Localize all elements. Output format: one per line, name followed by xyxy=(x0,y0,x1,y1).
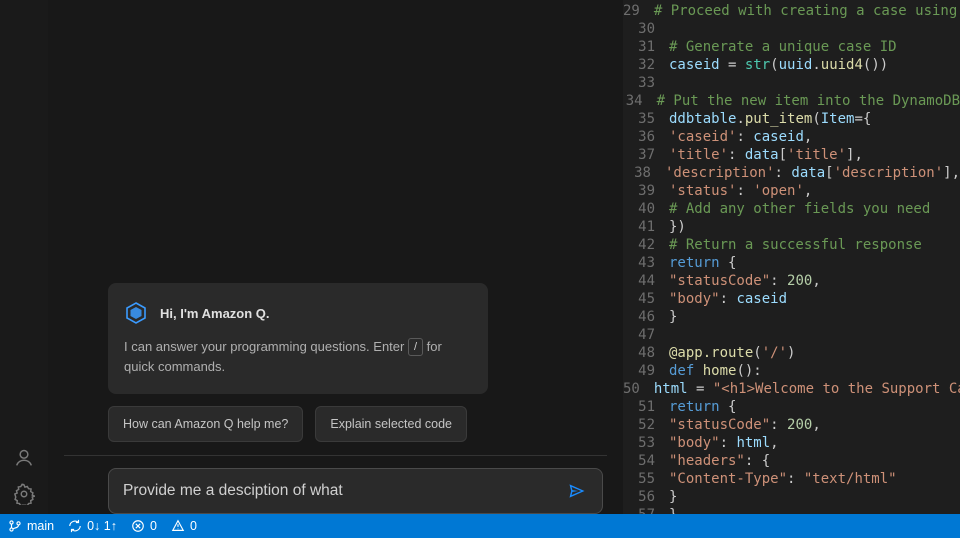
code-editor[interactable]: 29# Proceed with creating a case using 3… xyxy=(623,0,960,514)
line-number: 37 xyxy=(623,146,669,164)
chat-input[interactable]: Provide me a desciption of what xyxy=(108,468,603,514)
warnings-indicator[interactable]: 0 xyxy=(171,519,197,533)
line-number: 33 xyxy=(623,74,669,92)
code-line[interactable]: 37'title': data['title'], xyxy=(623,146,960,164)
line-number: 42 xyxy=(623,236,669,254)
code-line[interactable]: 29# Proceed with creating a case using xyxy=(623,2,960,20)
branch-indicator[interactable]: main xyxy=(8,519,54,533)
sync-indicator[interactable]: 0↓ 1↑ xyxy=(68,519,117,533)
line-number: 43 xyxy=(623,254,669,272)
code-line[interactable]: 50html = "<h1>Welcome to the Support Ca xyxy=(623,380,960,398)
line-number: 40 xyxy=(623,200,669,218)
suggestion-chip-help[interactable]: How can Amazon Q help me? xyxy=(108,406,303,442)
code-line[interactable]: 45"body": caseid xyxy=(623,290,960,308)
code-line[interactable]: 35ddbtable.put_item(Item={ xyxy=(623,110,960,128)
code-line[interactable]: 48@app.route('/') xyxy=(623,344,960,362)
code-line[interactable]: 30 xyxy=(623,20,960,38)
chat-separator xyxy=(64,455,607,456)
line-number: 45 xyxy=(623,290,669,308)
line-number: 32 xyxy=(623,56,669,74)
sync-count: 0↓ 1↑ xyxy=(87,519,117,533)
line-number: 52 xyxy=(623,416,669,434)
line-number: 50 xyxy=(623,380,654,398)
code-line[interactable]: 36'caseid': caseid, xyxy=(623,128,960,146)
line-number: 57 xyxy=(623,506,669,514)
amazon-q-logo-icon xyxy=(124,301,148,325)
code-line[interactable]: 52"statusCode": 200, xyxy=(623,416,960,434)
line-number: 44 xyxy=(623,272,669,290)
line-number: 41 xyxy=(623,218,669,236)
line-number: 47 xyxy=(623,326,669,344)
line-number: 34 xyxy=(623,92,657,110)
code-line[interactable]: 43return { xyxy=(623,254,960,272)
activity-bar xyxy=(0,0,48,514)
code-line[interactable]: 44"statusCode": 200, xyxy=(623,272,960,290)
line-number: 51 xyxy=(623,398,669,416)
line-number: 39 xyxy=(623,182,669,200)
line-number: 46 xyxy=(623,308,669,326)
code-line[interactable]: 47 xyxy=(623,326,960,344)
code-line[interactable]: 56} xyxy=(623,488,960,506)
intro-title: Hi, I'm Amazon Q. xyxy=(160,306,270,321)
account-icon[interactable] xyxy=(12,446,36,470)
code-line[interactable]: 55"Content-Type": "text/html" xyxy=(623,470,960,488)
line-number: 56 xyxy=(623,488,669,506)
errors-count: 0 xyxy=(150,519,157,533)
code-line[interactable]: 53"body": html, xyxy=(623,434,960,452)
line-number: 48 xyxy=(623,344,669,362)
code-line[interactable]: 51return { xyxy=(623,398,960,416)
code-line[interactable]: 32caseid = str(uuid.uuid4()) xyxy=(623,56,960,74)
intro-text: I can answer your programming questions.… xyxy=(124,337,472,376)
code-line[interactable]: 41}) xyxy=(623,218,960,236)
code-line[interactable]: 57} xyxy=(623,506,960,514)
branch-name: main xyxy=(27,519,54,533)
suggestion-row: How can Amazon Q help me? Explain select… xyxy=(108,406,467,442)
chat-input-text[interactable]: Provide me a desciption of what xyxy=(123,482,566,500)
slash-key-hint: / xyxy=(408,338,423,356)
code-line[interactable]: 46} xyxy=(623,308,960,326)
status-bar: main 0↓ 1↑ 0 0 xyxy=(0,514,960,538)
line-number: 29 xyxy=(623,2,654,20)
warnings-count: 0 xyxy=(190,519,197,533)
code-line[interactable]: 34# Put the new item into the DynamoDB xyxy=(623,92,960,110)
amazon-q-chat-panel: Hi, I'm Amazon Q. I can answer your prog… xyxy=(48,0,623,514)
line-number: 55 xyxy=(623,470,669,488)
code-line[interactable]: 33 xyxy=(623,74,960,92)
line-number: 36 xyxy=(623,128,669,146)
code-line[interactable]: 54"headers": { xyxy=(623,452,960,470)
line-number: 31 xyxy=(623,38,669,56)
code-line[interactable]: 39'status': 'open', xyxy=(623,182,960,200)
send-button[interactable] xyxy=(566,480,588,502)
line-number: 35 xyxy=(623,110,669,128)
line-number: 49 xyxy=(623,362,669,380)
code-line[interactable]: 31# Generate a unique case ID xyxy=(623,38,960,56)
code-line[interactable]: 38'description': data['description'], xyxy=(623,164,960,182)
settings-gear-icon[interactable] xyxy=(12,482,36,506)
code-line[interactable]: 40# Add any other fields you need xyxy=(623,200,960,218)
line-number: 53 xyxy=(623,434,669,452)
code-line[interactable]: 42# Return a successful response xyxy=(623,236,960,254)
line-number: 38 xyxy=(623,164,665,182)
line-number: 30 xyxy=(623,20,669,38)
code-line[interactable]: 49def home(): xyxy=(623,362,960,380)
intro-card: Hi, I'm Amazon Q. I can answer your prog… xyxy=(108,283,488,394)
suggestion-chip-explain[interactable]: Explain selected code xyxy=(315,406,467,442)
errors-indicator[interactable]: 0 xyxy=(131,519,157,533)
line-number: 54 xyxy=(623,452,669,470)
